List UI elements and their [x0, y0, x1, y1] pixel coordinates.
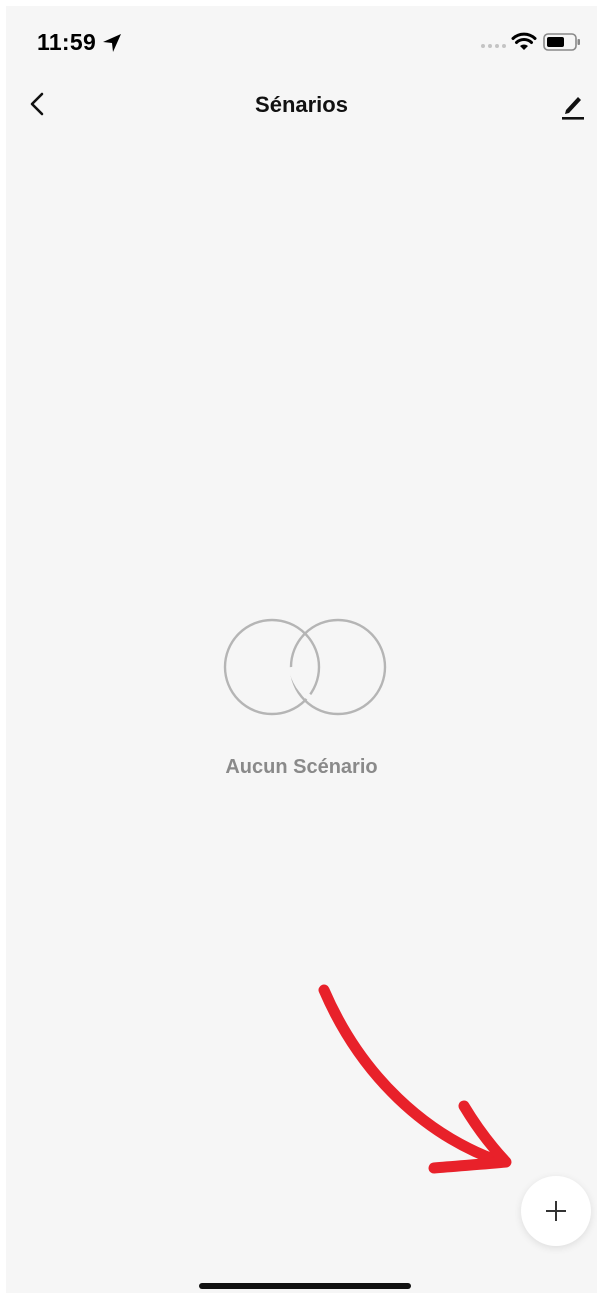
home-indicator [199, 1283, 411, 1289]
overlapping-circles-icon [223, 618, 387, 716]
add-scenario-button[interactable] [521, 1176, 591, 1246]
app-screen: 11:59 Sénarios Aucun Scénario [6, 6, 597, 1293]
signal-icon [481, 44, 506, 48]
battery-icon [543, 33, 580, 51]
status-bar: 11:59 [6, 6, 597, 74]
nav-bar: Sénarios [6, 74, 597, 134]
annotation-arrow-icon [318, 984, 512, 1174]
edit-pencil-icon [562, 97, 584, 120]
empty-state: Aucun Scénario [6, 606, 597, 796]
edit-button[interactable] [554, 86, 590, 124]
location-arrow-icon [103, 34, 121, 52]
status-time: 11:59 [37, 29, 97, 55]
plus-icon [546, 1201, 566, 1221]
page-title: Sénarios [255, 92, 348, 117]
empty-state-label: Aucun Scénario [225, 756, 378, 778]
wifi-icon [511, 32, 537, 50]
